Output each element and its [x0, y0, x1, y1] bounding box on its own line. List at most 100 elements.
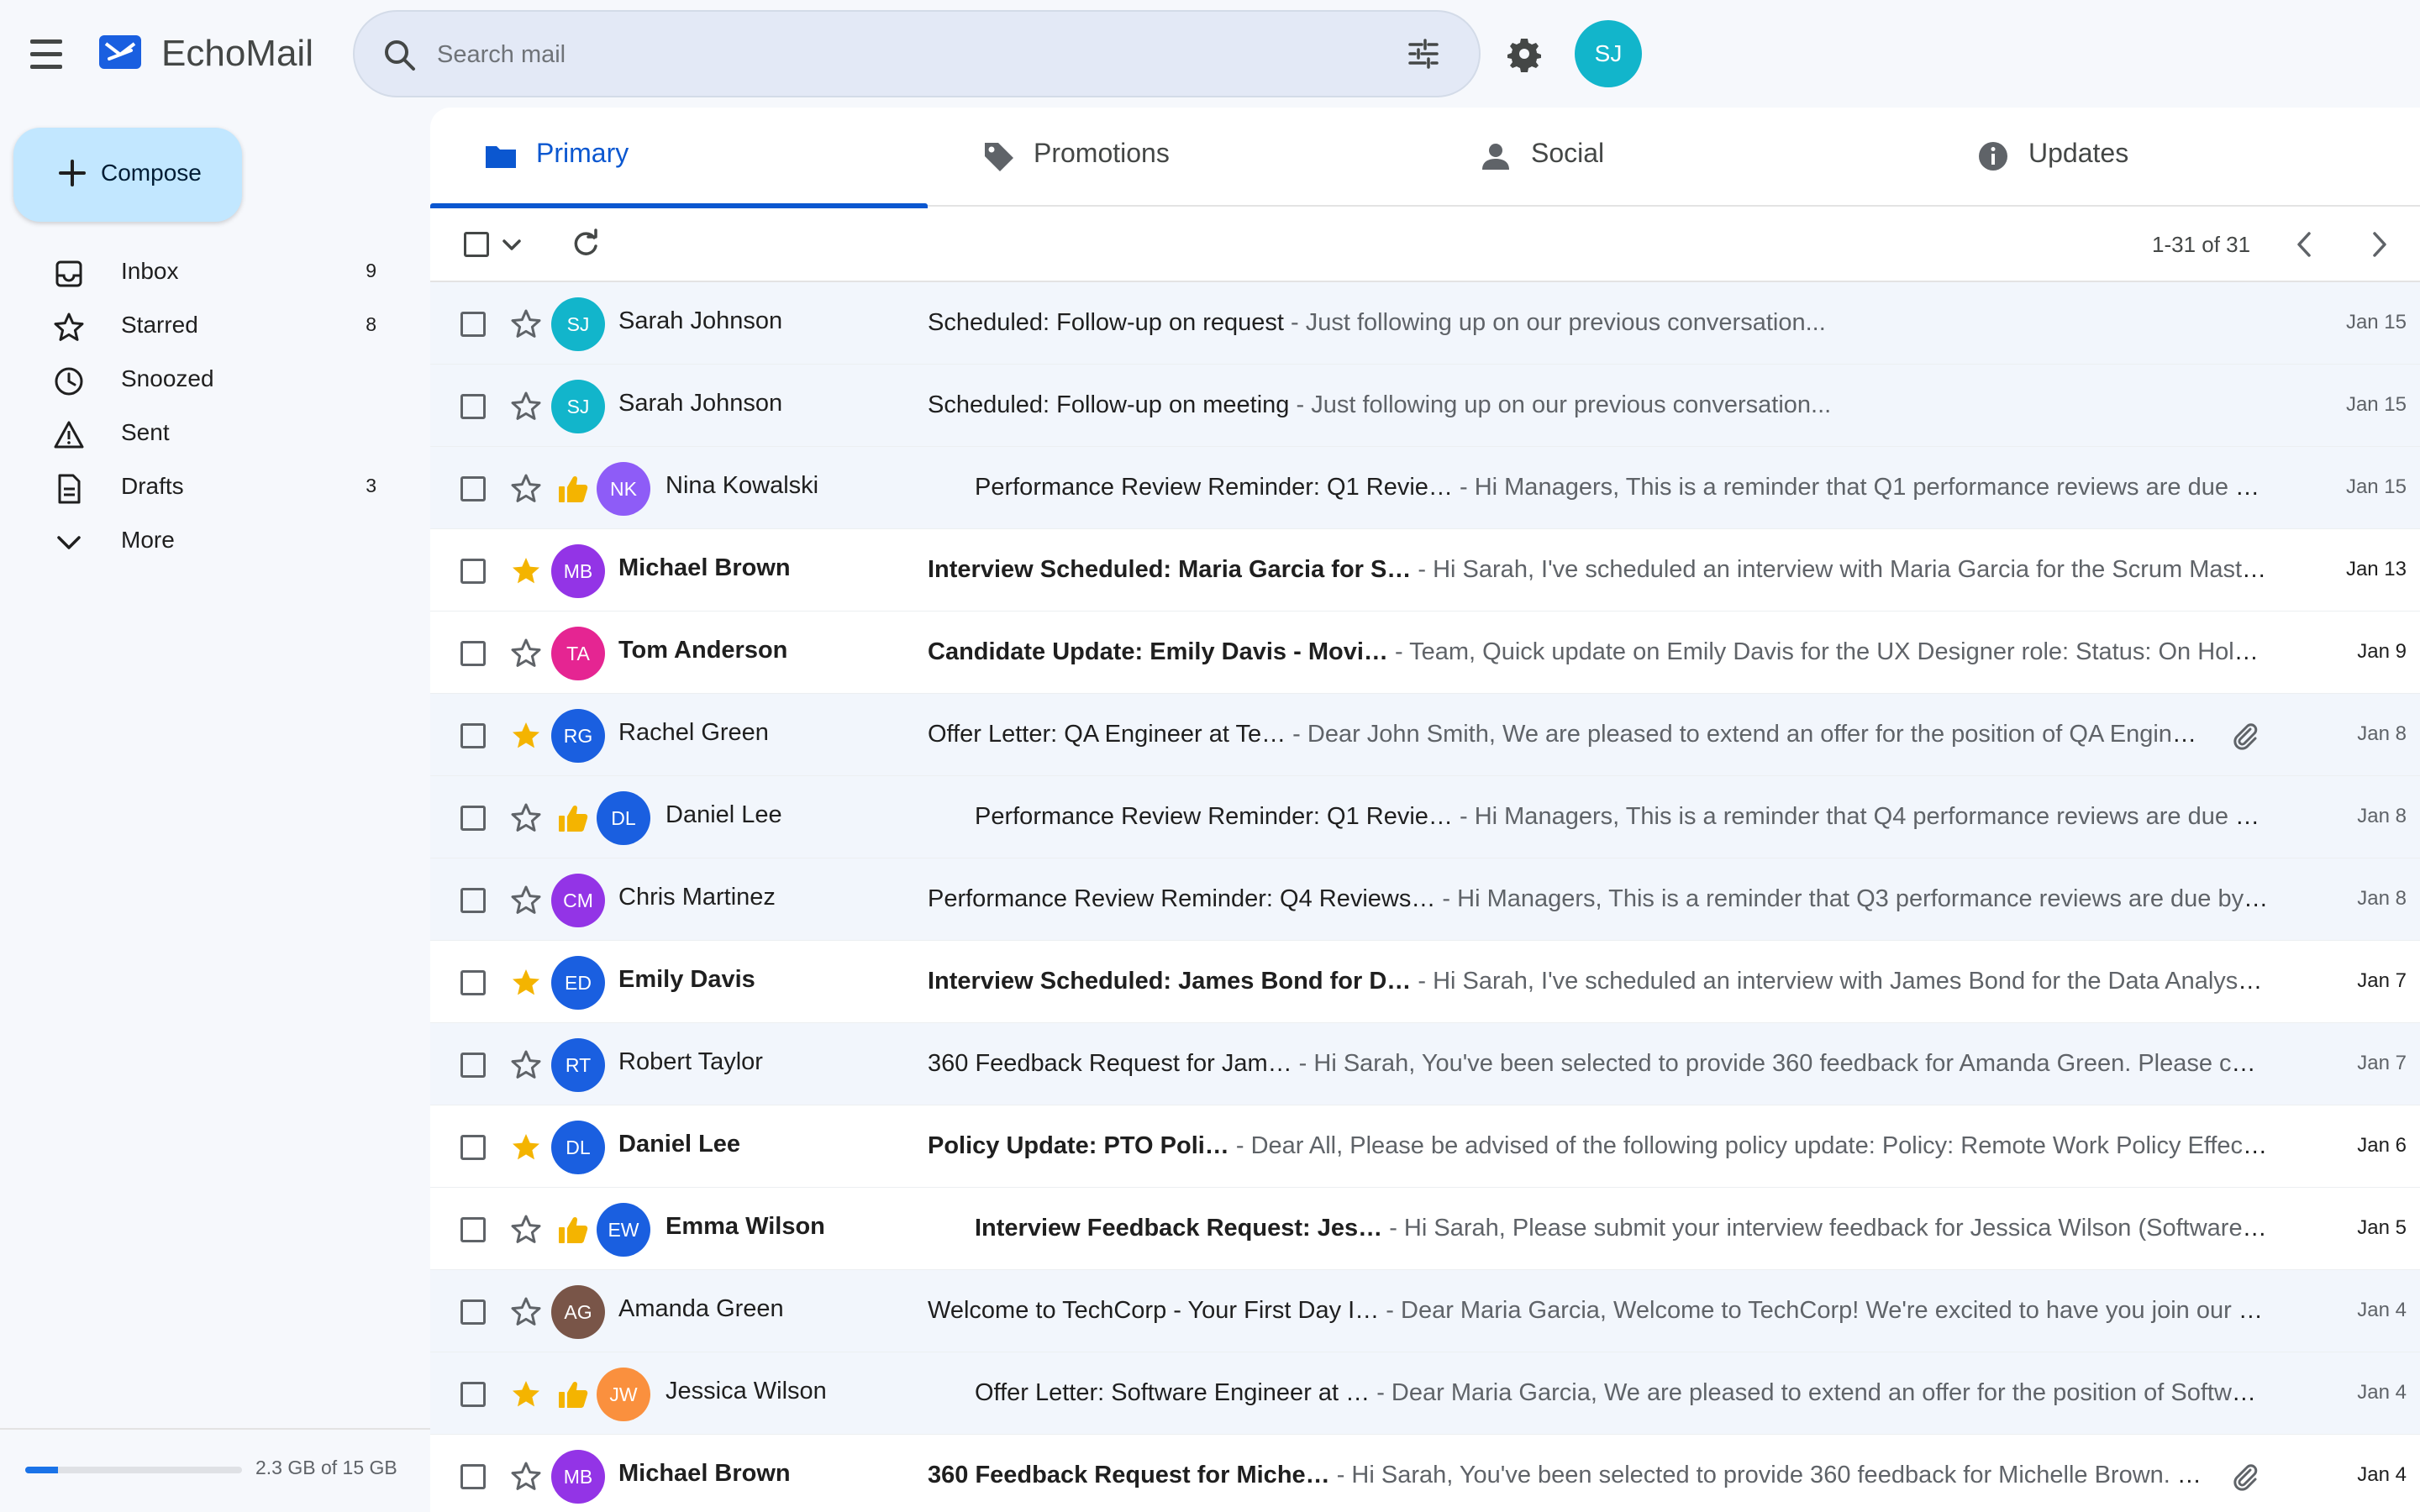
row-checkbox[interactable]	[460, 1299, 486, 1325]
compose-label: Compose	[101, 160, 202, 186]
tab-updates[interactable]: Updates	[1923, 108, 2420, 207]
star-outline-icon[interactable]	[509, 390, 543, 423]
storage-bar	[25, 1467, 242, 1473]
star-filled-icon[interactable]	[509, 1378, 543, 1411]
row-checkbox[interactable]	[460, 1053, 486, 1078]
sidebar-item-starred[interactable]: Starred 8	[0, 299, 403, 353]
drafts-count: 3	[366, 475, 376, 496]
star-outline-icon[interactable]	[509, 1460, 543, 1494]
storage-text: 2.3 GB of 15 GB	[255, 1457, 397, 1478]
email-row[interactable]: SJ Sarah Johnson Scheduled: Follow-up on r…	[430, 282, 2420, 365]
sidebar: Compose Inbox 9 Starred 8 Snoozed Sent D…	[0, 108, 430, 1512]
email-preview: Interview Scheduled: Maria Garcia for S……	[928, 556, 2269, 584]
row-checkbox[interactable]	[460, 559, 486, 584]
email-row[interactable]: SJ Sarah Johnson Scheduled: Follow-up on m…	[430, 365, 2420, 447]
email-row[interactable]: ED Emily Davis Interview Scheduled: James …	[430, 941, 2420, 1023]
sidebar-item-drafts[interactable]: Drafts 3	[0, 460, 403, 514]
sender-name: Nina Kowalski	[666, 472, 819, 499]
email-row[interactable]: AG Amanda Green Welcome to TechCorp - Your…	[430, 1270, 2420, 1352]
row-checkbox[interactable]	[460, 723, 486, 748]
tab-social[interactable]: Social	[1425, 108, 1923, 207]
row-checkbox[interactable]	[460, 641, 486, 666]
email-row[interactable]: RT Robert Taylor 360 Feedback Request for …	[430, 1023, 2420, 1105]
email-row[interactable]: MB Michael Brown Interview Scheduled: Mari…	[430, 529, 2420, 612]
sent-icon	[54, 421, 84, 449]
sidebar-item-more[interactable]: More	[0, 514, 403, 568]
thumbs-up-icon[interactable]	[556, 1213, 590, 1247]
email-date: Jan 15	[2345, 475, 2407, 498]
email-row[interactable]: JW Jessica Wilson Offer Letter: Software E…	[430, 1352, 2420, 1435]
star-outline-icon[interactable]	[509, 1048, 543, 1082]
thumbs-up-icon[interactable]	[556, 1378, 590, 1411]
row-checkbox[interactable]	[460, 394, 486, 419]
email-subject: Performance Review Reminder: Q4 Reviews…	[928, 885, 1436, 912]
email-subject: Interview Feedback Request: Jes…	[975, 1215, 1383, 1242]
row-checkbox[interactable]	[460, 1135, 486, 1160]
row-checkbox[interactable]	[460, 806, 486, 831]
chevron-down-icon	[57, 536, 81, 549]
search-options-icon[interactable]	[1403, 34, 1444, 74]
chevron-left-icon[interactable]	[2287, 227, 2323, 262]
star-outline-icon[interactable]	[509, 1295, 543, 1329]
sender-name: Michael Brown	[618, 1460, 791, 1487]
main-menu-icon[interactable]	[27, 34, 67, 74]
star-outline-icon[interactable]	[509, 472, 543, 506]
sender-avatar: RG	[551, 709, 605, 763]
search-icon[interactable]	[380, 35, 420, 76]
compose-button[interactable]: Compose	[13, 128, 242, 222]
clock-icon	[55, 367, 83, 396]
tab-promotions[interactable]: Promotions	[928, 108, 1425, 207]
star-outline-icon[interactable]	[509, 801, 543, 835]
tab-label: Primary	[536, 138, 629, 168]
select-options-chevron-icon[interactable]	[497, 230, 526, 259]
row-checkbox[interactable]	[460, 888, 486, 913]
email-subject: 360 Feedback Request for Jam…	[928, 1050, 1292, 1077]
thumbs-up-icon[interactable]	[556, 472, 590, 506]
chevron-right-icon[interactable]	[2361, 227, 2396, 262]
sender-avatar: CM	[551, 874, 605, 927]
star-outline-icon[interactable]	[509, 1213, 543, 1247]
email-preview: 360 Feedback Request for Jam… - Hi Sarah…	[928, 1050, 2269, 1078]
email-row[interactable]: DL Daniel Lee Performance Review Reminder:…	[430, 776, 2420, 858]
row-checkbox[interactable]	[460, 312, 486, 337]
email-subject: 360 Feedback Request for Miche…	[928, 1462, 1330, 1488]
row-checkbox[interactable]	[460, 476, 486, 501]
sender-name: Rachel Green	[618, 719, 769, 746]
row-checkbox[interactable]	[460, 1382, 486, 1407]
star-filled-icon[interactable]	[509, 554, 543, 588]
email-row[interactable]: TA Tom Anderson Candidate Update: Emily Da…	[430, 612, 2420, 694]
email-row[interactable]: EW Emma Wilson Interview Feedback Request:…	[430, 1188, 2420, 1270]
sidebar-item-inbox[interactable]: Inbox 9	[0, 245, 403, 299]
email-date: Jan 8	[2357, 805, 2407, 827]
sidebar-item-label: Starred	[121, 312, 198, 338]
row-checkbox[interactable]	[460, 970, 486, 995]
email-row[interactable]: NK Nina Kowalski Performance Review Remind…	[430, 447, 2420, 529]
star-outline-icon[interactable]	[509, 637, 543, 670]
email-row[interactable]: DL Daniel Lee Policy Update: PTO Poli… - D…	[430, 1105, 2420, 1188]
tab-primary[interactable]: Primary	[430, 108, 928, 208]
email-subject: Offer Letter: QA Engineer at Te…	[928, 721, 1286, 748]
star-filled-icon[interactable]	[509, 966, 543, 1000]
sidebar-item-label: Sent	[121, 419, 170, 445]
refresh-icon[interactable]	[568, 227, 603, 262]
sidebar-item-label: Snoozed	[121, 365, 214, 391]
email-row[interactable]: CM Chris Martinez Performance Review Remin…	[430, 858, 2420, 941]
star-filled-icon[interactable]	[509, 1131, 543, 1164]
sidebar-item-snoozed[interactable]: Snoozed	[0, 353, 403, 407]
tab-label: Social	[1531, 138, 1605, 168]
thumbs-up-icon[interactable]	[556, 801, 590, 835]
select-all-checkbox[interactable]	[464, 232, 489, 257]
search-bar[interactable]	[353, 10, 1481, 97]
search-input[interactable]	[437, 34, 1344, 76]
sidebar-item-sent[interactable]: Sent	[0, 407, 403, 460]
star-outline-icon[interactable]	[509, 884, 543, 917]
row-checkbox[interactable]	[460, 1464, 486, 1489]
settings-gear-icon[interactable]	[1504, 34, 1544, 74]
star-outline-icon[interactable]	[509, 307, 543, 341]
star-filled-icon[interactable]	[509, 719, 543, 753]
row-checkbox[interactable]	[460, 1217, 486, 1242]
account-avatar[interactable]: SJ	[1575, 20, 1642, 87]
email-row[interactable]: MB Michael Brown 360 Feedback Request for …	[430, 1435, 2420, 1512]
email-row[interactable]: RG Rachel Green Offer Letter: QA Engineer …	[430, 694, 2420, 776]
sender-name: Chris Martinez	[618, 884, 776, 911]
